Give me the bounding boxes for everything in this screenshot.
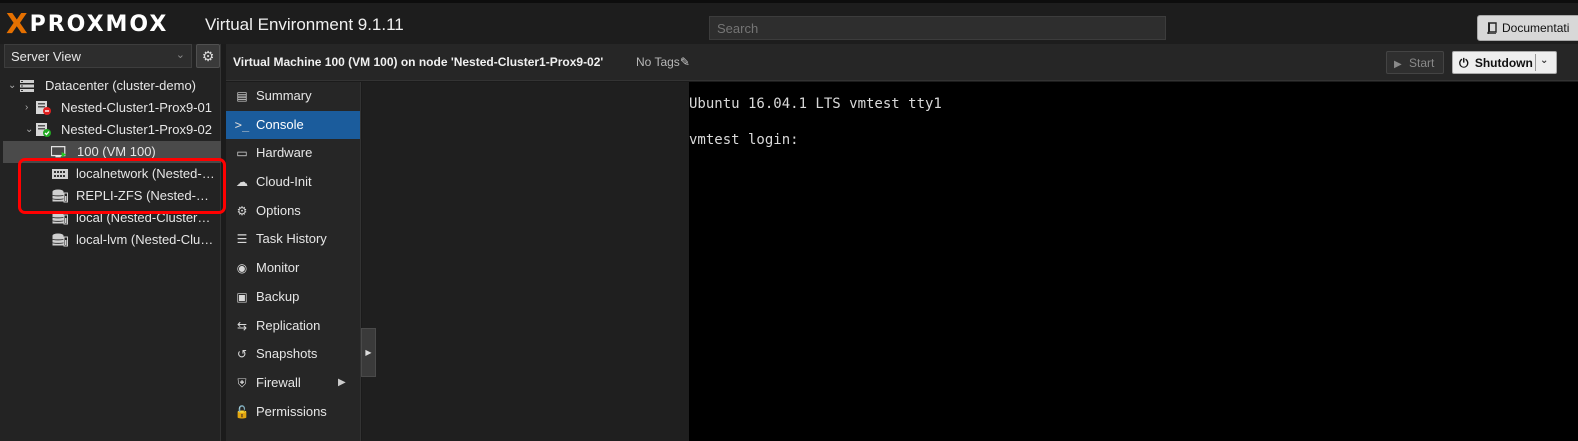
start-label: Start [1409, 56, 1435, 70]
caret-right-icon: ▶ [338, 376, 346, 388]
start-button[interactable]: ▶ Start [1386, 51, 1444, 74]
vm-console-screen[interactable]: Ubuntu 16.04.1 LTS vmtest tty1 vmtest lo… [689, 82, 1578, 441]
menu-item-console[interactable]: >_ Console [226, 110, 360, 140]
floppy-icon: ▣ [236, 289, 248, 304]
book-icon: ▤ [236, 89, 248, 103]
menu-item-label: Backup [256, 288, 300, 304]
terminal-icon: >_ [234, 117, 250, 132]
tree-item-label: Nested-Cluster1-Prox9-02 [61, 122, 213, 137]
gear-icon: ⚙ [201, 48, 215, 64]
play-icon: ▶ [1394, 59, 1402, 70]
top-bar: X PROXMOX Virtual Environment 9.1.11 Doc… [0, 0, 1578, 44]
tree-item-label: Nested-Cluster1-Prox9-01 [61, 100, 213, 115]
documentation-button[interactable]: Documentati [1477, 15, 1578, 41]
menu-item-label: Snapshots [256, 346, 318, 362]
menu-item-cloud-init[interactable]: ☁ Cloud-Init [226, 168, 360, 197]
logo-x-icon: X [6, 7, 28, 40]
caret-right-icon: ▶ [365, 348, 372, 357]
tree-item-label: local-lvm (Nested-Clu… [76, 232, 214, 247]
node-online-icon [36, 123, 51, 137]
sidebar-toggle-handle[interactable]: ▶ [361, 328, 376, 377]
eye-icon: ◉ [236, 261, 248, 276]
monitor-icon: ▭ [236, 146, 248, 161]
menu-item-label: Monitor [256, 260, 300, 276]
history-icon: ↺ [236, 347, 248, 362]
documentation-label: Documentati [1502, 21, 1570, 35]
menu-item-label: Permissions [256, 403, 327, 419]
chevron-down-icon: ⌄ [175, 49, 185, 61]
menu-item-label: Task History [256, 231, 327, 247]
split-divider [1535, 54, 1536, 71]
resource-tree-panel: Server View ⌄ ⚙ ⌄ Datacenter (cluster-de… [0, 44, 226, 441]
search-input[interactable] [709, 16, 1166, 40]
storage-icon [52, 233, 68, 247]
view-selector-label: Server View [11, 49, 81, 64]
menu-item-label: Console [256, 116, 304, 132]
console-line: vmtest login: [689, 132, 799, 148]
shutdown-label: Shutdown [1474, 56, 1533, 70]
tags-editor[interactable]: No Tags✎ [636, 55, 690, 69]
product-version: Virtual Environment 9.1.11 [205, 15, 404, 34]
datacenter-icon [20, 80, 34, 92]
node-offline-icon [36, 101, 51, 115]
menu-item-firewall[interactable]: ⛨ Firewall ▶ [226, 369, 360, 398]
tree-item-node[interactable]: ⌄ Nested-Cluster1-Prox9-02 [0, 119, 221, 141]
shield-icon: ⛨ [237, 375, 247, 390]
menu-item-label: Firewall [256, 374, 301, 390]
menu-item-snapshots[interactable]: ↺ Snapshots [226, 340, 360, 369]
menu-item-hardware[interactable]: ▭ Hardware [226, 139, 360, 168]
logo-wordmark: PROXMOX [29, 11, 169, 37]
menu-item-monitor[interactable]: ◉ Monitor [226, 254, 360, 283]
unlock-icon: 🔓 [234, 404, 250, 419]
tags-label: No Tags [636, 55, 680, 69]
tree-item-storage[interactable]: local-lvm (Nested-Clu… [0, 229, 221, 251]
power-icon: ⏻ [1459, 56, 1469, 70]
menu-item-backup[interactable]: ▣ Backup [226, 283, 360, 312]
content-header: Virtual Machine 100 (VM 100) on node 'Ne… [226, 44, 1578, 81]
retweet-icon: ⇆ [236, 318, 248, 333]
menu-item-label: Hardware [256, 145, 313, 161]
menu-item-label: Cloud-Init [256, 174, 312, 190]
book-icon [1487, 22, 1497, 34]
tree-settings-button[interactable]: ⚙ [196, 44, 220, 68]
proxmox-logo[interactable]: X PROXMOX [6, 7, 169, 40]
menu-item-task-history[interactable]: ☰ Task History [226, 225, 360, 254]
console-line: Ubuntu 16.04.1 LTS vmtest tty1 [689, 96, 942, 112]
menu-item-label: Summary [256, 88, 312, 103]
cloud-icon: ☁ [236, 175, 248, 190]
chevron-down-icon[interactable]: ⌄ [25, 119, 33, 141]
highlight-annotation [18, 158, 226, 214]
console-padding [362, 82, 689, 441]
tree-item-label: Datacenter (cluster-demo) [45, 78, 196, 93]
menu-item-summary[interactable]: ▤ Summary [226, 82, 360, 111]
vm-config-menu: ▤ Summary >_ Console ▭ Hardware ☁ Cloud-Init… [226, 82, 361, 441]
chevron-down-icon[interactable]: ⌄ [1540, 55, 1548, 66]
view-selector[interactable]: Server View ⌄ [4, 44, 192, 68]
shutdown-button[interactable]: ⏻ Shutdown ⌄ [1452, 51, 1557, 74]
tree-item-node[interactable]: › Nested-Cluster1-Prox9-01 [0, 97, 221, 119]
vm-running-icon [51, 146, 67, 158]
menu-item-label: Replication [256, 317, 321, 333]
menu-item-permissions[interactable]: 🔓 Permissions [226, 398, 360, 427]
tree-item-datacenter[interactable]: ⌄ Datacenter (cluster-demo) [0, 75, 221, 97]
menu-item-label: Options [256, 202, 301, 218]
pencil-icon[interactable]: ✎ [680, 55, 690, 69]
chevron-right-icon[interactable]: › [25, 97, 28, 119]
menu-item-options[interactable]: ⚙ Options [226, 197, 360, 226]
chevron-down-icon[interactable]: ⌄ [8, 75, 16, 97]
list-icon: ☰ [236, 232, 248, 247]
page-title: Virtual Machine 100 (VM 100) on node 'Ne… [233, 55, 604, 69]
menu-item-replication[interactable]: ⇆ Replication [226, 312, 360, 341]
gear-icon: ⚙ [236, 203, 248, 218]
